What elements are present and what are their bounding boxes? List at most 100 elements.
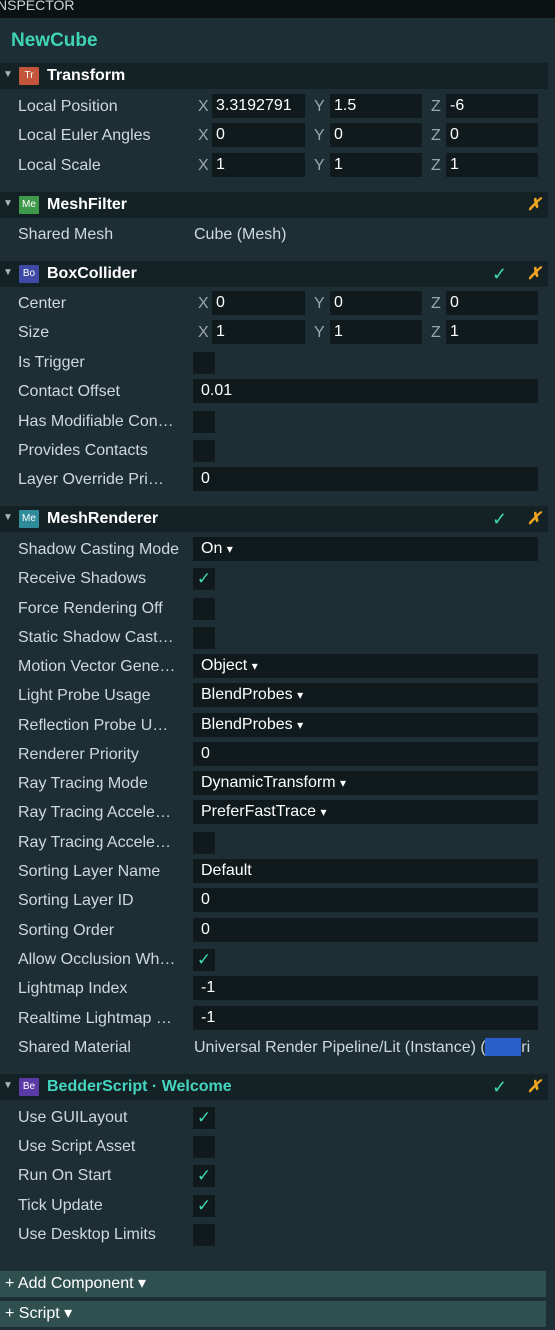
- center-x-input[interactable]: 0: [212, 291, 305, 315]
- ray-tracing-mode-dropdown[interactable]: DynamicTransform ▾: [193, 771, 538, 795]
- remove-component-icon[interactable]: ✗: [527, 264, 541, 284]
- enabled-check-icon[interactable]: ✓: [492, 264, 507, 285]
- euler-x-input[interactable]: 0: [212, 123, 305, 147]
- field-label: Provides Contacts: [18, 442, 148, 459]
- add-component-button[interactable]: + Add Component ▾: [0, 1271, 546, 1297]
- meshfilter-header[interactable]: ▼ Me MeshFilter ✗: [0, 192, 548, 218]
- dropdown-value: Object: [201, 657, 248, 674]
- allow-occlusion-checkbox[interactable]: ✓: [193, 949, 215, 971]
- remove-component-icon[interactable]: ✗: [527, 195, 541, 215]
- component-title: MeshRenderer: [47, 510, 159, 527]
- realtime-lightmap-input[interactable]: -1: [193, 1006, 538, 1030]
- sorting-order-row: Sorting Order 0: [0, 918, 555, 944]
- reflection-probe-dropdown[interactable]: BlendProbes ▾: [193, 713, 538, 737]
- run-on-start-checkbox[interactable]: ✓: [193, 1165, 215, 1187]
- use-guilayout-checkbox[interactable]: ✓: [193, 1107, 215, 1129]
- field-label: Run On Start: [18, 1167, 112, 1184]
- shadow-casting-row: Shadow Casting Mode On ▾: [0, 537, 555, 563]
- is-trigger-checkbox[interactable]: [193, 352, 215, 374]
- layer-override-input[interactable]: 0: [193, 467, 538, 491]
- shared-mesh-value[interactable]: Cube (Mesh): [194, 226, 286, 244]
- layer-override-row: Layer Override Pri… 0: [0, 467, 555, 493]
- collapse-triangle-icon[interactable]: ▼: [3, 198, 13, 209]
- has-modifiable-checkbox[interactable]: [193, 411, 215, 433]
- meshrenderer-header[interactable]: ▼ Me MeshRenderer ✓ ✗: [0, 506, 548, 532]
- collapse-triangle-icon[interactable]: ▼: [3, 512, 13, 523]
- position-z-input[interactable]: -6: [446, 94, 538, 118]
- meshrenderer-icon: Me: [19, 510, 39, 528]
- remove-component-icon[interactable]: ✗: [527, 1077, 541, 1097]
- enabled-check-icon[interactable]: ✓: [492, 1077, 507, 1098]
- dropdown-value: DynamicTransform: [201, 774, 336, 791]
- renderer-priority-input[interactable]: 0: [193, 742, 538, 766]
- use-script-asset-row: Use Script Asset: [0, 1134, 555, 1160]
- scale-y-input[interactable]: 1: [330, 153, 422, 177]
- transform-header[interactable]: ▼ Tr Transform: [0, 63, 548, 89]
- field-label: Receive Shadows: [18, 570, 147, 587]
- collapse-triangle-icon[interactable]: ▼: [3, 1080, 13, 1091]
- use-guilayout-row: Use GUILayout ✓: [0, 1105, 555, 1131]
- axis-x-label: X: [198, 157, 209, 174]
- field-label: Light Probe Usage: [18, 687, 151, 704]
- shared-material-value[interactable]: Universal Render Pipeline/Lit (Instance)…: [194, 1039, 530, 1057]
- euler-y-input[interactable]: 0: [330, 123, 422, 147]
- euler-z-input[interactable]: 0: [446, 123, 538, 147]
- object-name[interactable]: NewCube: [11, 30, 98, 52]
- field-label: Ray Tracing Mode: [18, 775, 148, 792]
- size-x-input[interactable]: 1: [212, 320, 305, 344]
- remove-component-icon[interactable]: ✗: [527, 509, 541, 529]
- scale-x-input[interactable]: 1: [212, 153, 305, 177]
- boxcollider-header[interactable]: ▼ Bo BoxCollider ✓ ✗: [0, 261, 548, 287]
- sorting-layer-name-row: Sorting Layer Name Default: [0, 859, 555, 885]
- sorting-layer-id-input[interactable]: 0: [193, 888, 538, 912]
- field-label: Sorting Order: [18, 922, 115, 939]
- force-rendering-off-checkbox[interactable]: [193, 598, 215, 620]
- enabled-check-icon[interactable]: ✓: [492, 509, 507, 530]
- light-probe-dropdown[interactable]: BlendProbes ▾: [193, 683, 538, 707]
- component-title: BedderScript · Welcome: [47, 1078, 232, 1095]
- dropdown-value: PreferFastTrace: [201, 803, 316, 820]
- collapse-triangle-icon[interactable]: ▼: [3, 267, 13, 278]
- contact-offset-input[interactable]: 0.01: [193, 379, 538, 403]
- use-desktop-limits-checkbox[interactable]: [193, 1224, 215, 1246]
- provides-contacts-row: Provides Contacts: [0, 438, 555, 464]
- center-z-input[interactable]: 0: [446, 291, 538, 315]
- ray-tracing-accel-checkbox[interactable]: [193, 832, 215, 854]
- static-shadow-checkbox[interactable]: [193, 627, 215, 649]
- field-label: Shadow Casting Mode: [18, 541, 179, 558]
- field-label: Use Desktop Limits: [18, 1226, 156, 1243]
- size-y-input[interactable]: 1: [330, 320, 422, 344]
- bedderscript-header[interactable]: ▼ Be BedderScript · Welcome ✓ ✗: [0, 1074, 548, 1100]
- center-y-input[interactable]: 0: [330, 291, 422, 315]
- sorting-layer-name-input[interactable]: Default: [193, 859, 538, 883]
- scale-z-input[interactable]: 1: [446, 153, 538, 177]
- use-script-asset-checkbox[interactable]: [193, 1136, 215, 1158]
- force-rendering-off-row: Force Rendering Off: [0, 596, 555, 622]
- shadow-casting-dropdown[interactable]: On ▾: [193, 537, 538, 561]
- provides-contacts-checkbox[interactable]: [193, 440, 215, 462]
- component-title: BoxCollider: [47, 265, 137, 282]
- sorting-order-input[interactable]: 0: [193, 918, 538, 942]
- field-label: Motion Vector Gene…: [18, 658, 176, 675]
- collapse-triangle-icon[interactable]: ▼: [3, 69, 13, 80]
- field-label: Local Euler Angles: [18, 127, 151, 144]
- dropdown-value: BlendProbes: [201, 686, 293, 703]
- field-label: Ray Tracing Accele…: [18, 804, 171, 821]
- position-x-input[interactable]: 3.3192791: [212, 94, 305, 118]
- lightmap-index-input[interactable]: -1: [193, 976, 538, 1000]
- add-script-button[interactable]: + Script ▾: [0, 1301, 546, 1327]
- field-label: Size: [18, 324, 50, 341]
- axis-y-label: Y: [314, 295, 325, 312]
- dropdown-value: On: [201, 540, 223, 557]
- motion-vector-dropdown[interactable]: Object ▾: [193, 654, 538, 678]
- meshfilter-icon: Me: [19, 196, 39, 214]
- local-position-row: Local Position X 3.3192791 Y 1.5 Z -6: [0, 94, 555, 120]
- field-label: Lightmap Index: [18, 980, 128, 997]
- field-label: Realtime Lightmap …: [18, 1010, 172, 1027]
- tick-update-checkbox[interactable]: ✓: [193, 1195, 215, 1217]
- receive-shadows-checkbox[interactable]: ✓: [193, 568, 215, 590]
- position-y-input[interactable]: 1.5: [330, 94, 422, 118]
- field-label: Tick Update: [18, 1197, 103, 1214]
- size-z-input[interactable]: 1: [446, 320, 538, 344]
- ray-tracing-accel-dropdown[interactable]: PreferFastTrace ▾: [193, 800, 538, 824]
